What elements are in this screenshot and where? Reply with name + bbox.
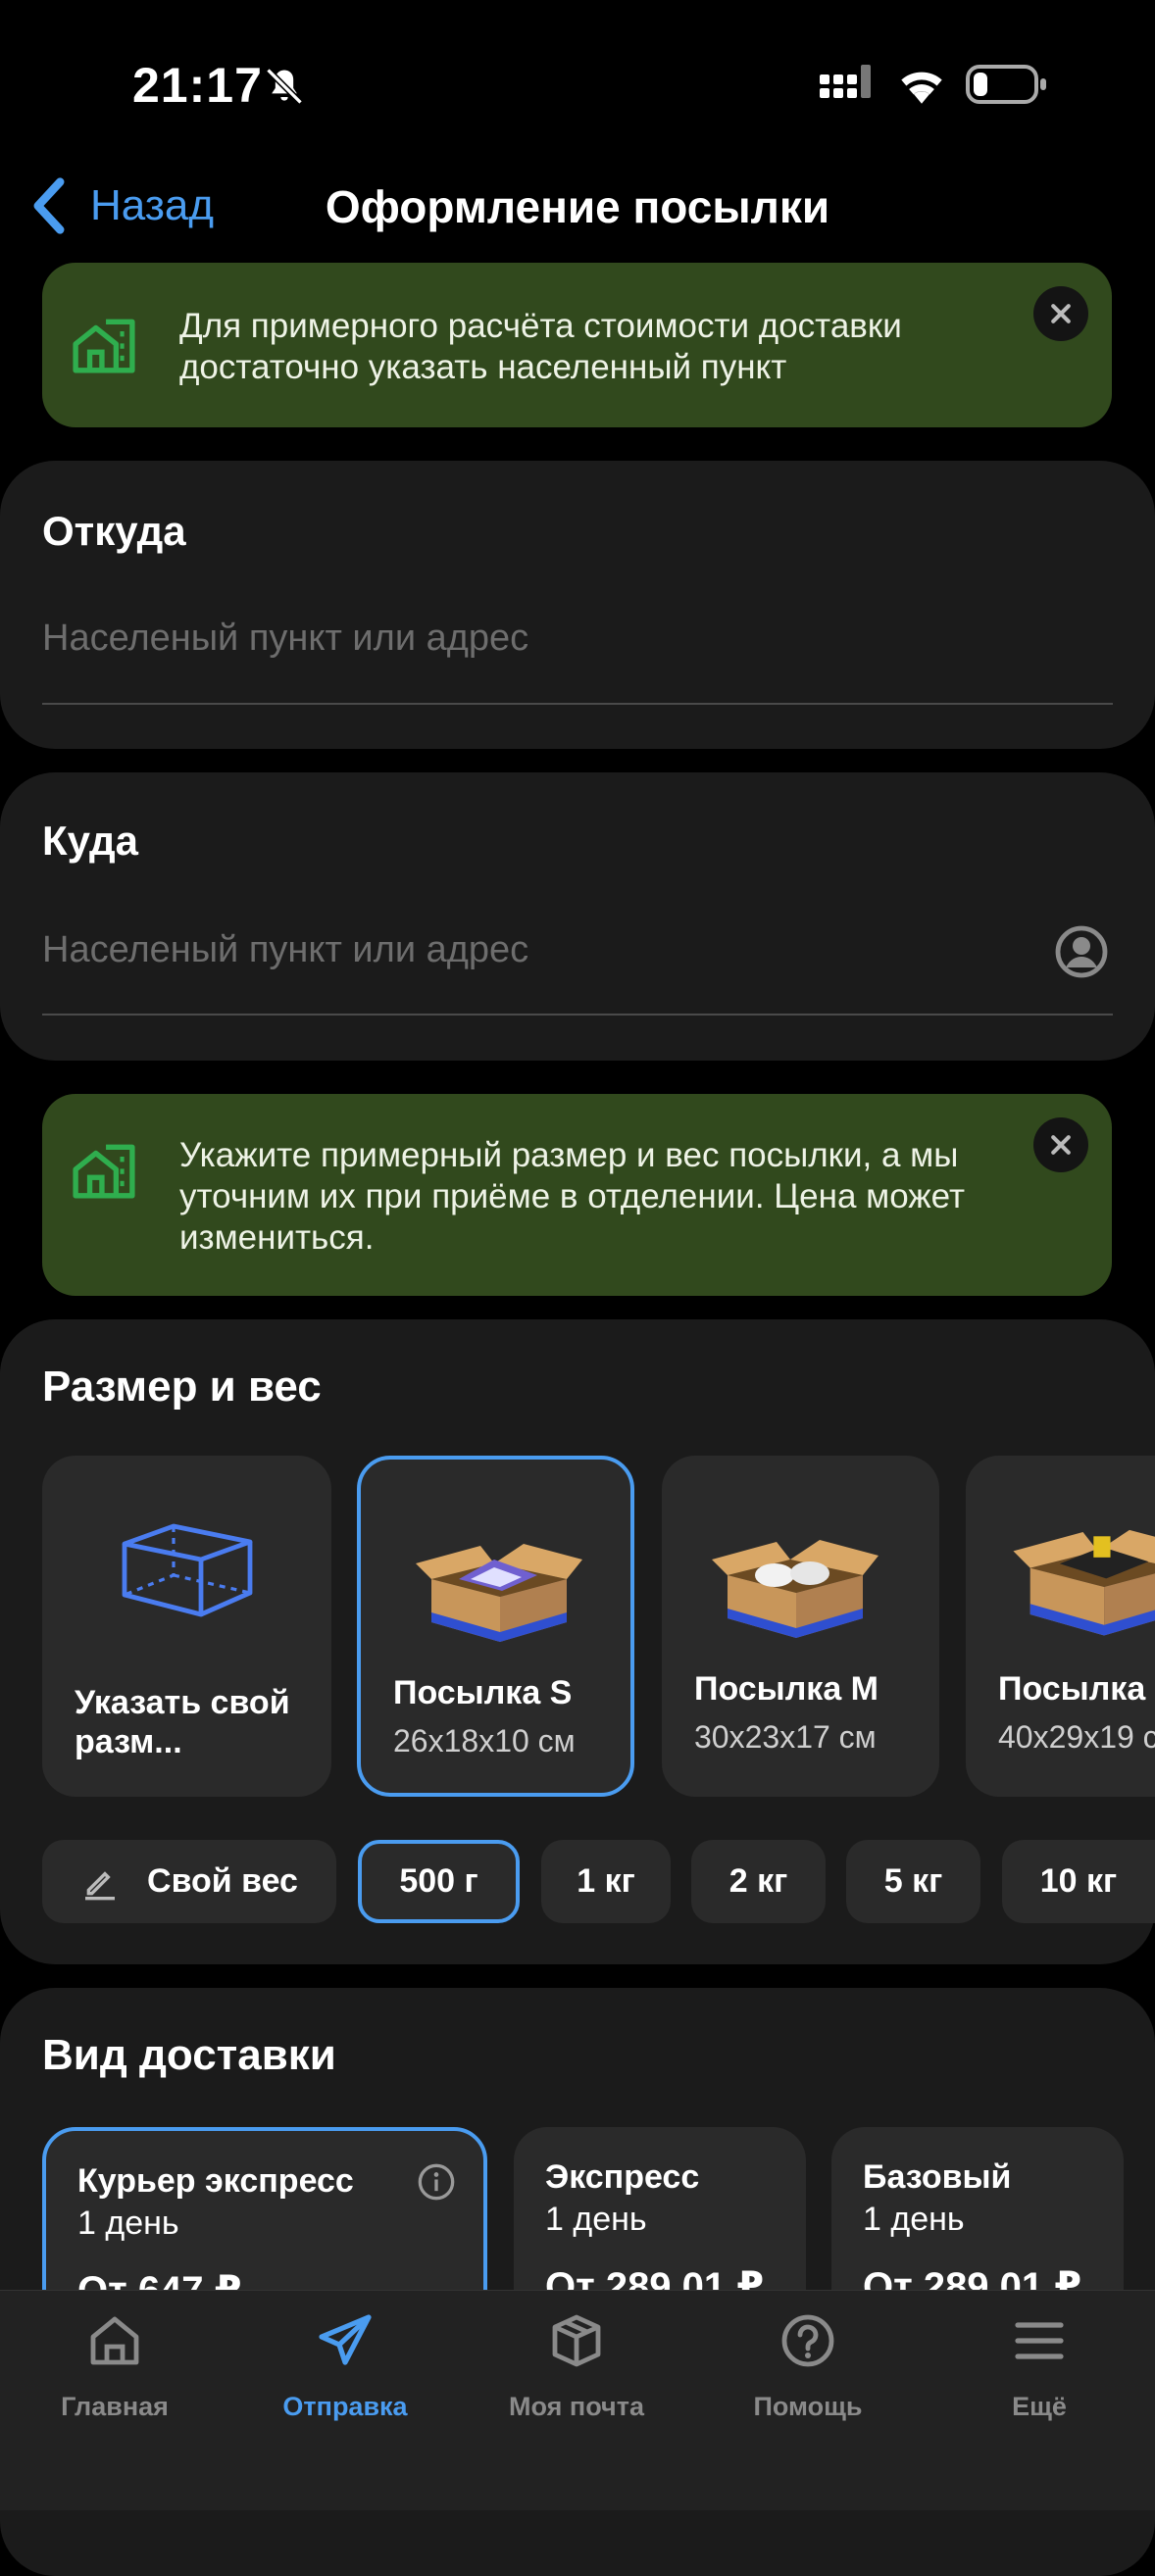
banner-text: Для примерного расчёта стоимости доставк… [179, 307, 902, 386]
size-tile-l[interactable]: Посылка L 40x29x19 см [966, 1456, 1155, 1797]
to-address-input[interactable]: Населеный пункт или адрес [42, 929, 528, 971]
info-icon[interactable] [417, 2162, 456, 2202]
to-title: Куда [42, 817, 138, 864]
size-title: Размер и вес [42, 1362, 322, 1411]
wifi-icon [901, 72, 942, 104]
size-tile-s[interactable]: Посылка S 26x18x10 см [357, 1456, 634, 1797]
from-card: Откуда Населеный пункт или адрес [0, 461, 1155, 749]
to-input-underline [42, 1014, 1113, 1016]
page-title: Оформление посылки [325, 181, 830, 232]
tile-dimensions: 30x23x17 см [694, 1719, 877, 1755]
tile-dimensions: 26x18x10 см [393, 1723, 576, 1759]
delivery-name: Курьер экспресс [77, 2162, 354, 2200]
custom-weight-chip[interactable]: Свой вес [42, 1840, 336, 1923]
weight-chip-5kg[interactable]: 5 кг [846, 1840, 980, 1923]
open-box-icon [416, 1544, 582, 1642]
tile-name: Посылка L [998, 1670, 1155, 1708]
delivery-days: 1 день [545, 2201, 647, 2238]
delivery-name: Экспресс [545, 2158, 700, 2196]
tile-name: Посылка S [393, 1674, 573, 1711]
close-banner-button[interactable] [1033, 1117, 1088, 1172]
tile-name: Указать свой разм... [75, 1684, 290, 1760]
open-box-icon [1013, 1529, 1155, 1636]
tab-my-post[interactable]: Моя почта [464, 2311, 689, 2422]
tab-label: Помощь [753, 2392, 863, 2421]
tab-home[interactable]: Главная [2, 2311, 227, 2422]
close-icon [1051, 304, 1071, 323]
banner-text: Укажите примерный размер и вес посылки, … [179, 1136, 966, 1257]
tab-label: Ещё [1012, 2392, 1067, 2421]
house-map-icon [73, 319, 135, 373]
close-banner-button[interactable] [1033, 286, 1088, 341]
cellular-signal-icon [820, 65, 871, 98]
from-title: Откуда [42, 508, 186, 554]
weight-chip-1kg[interactable]: 1 кг [541, 1840, 671, 1923]
home-icon [90, 2316, 139, 2365]
contact-icon[interactable] [1054, 924, 1109, 979]
tab-label: Главная [61, 2392, 169, 2421]
tile-name: Посылка M [694, 1670, 879, 1708]
size-tile-m[interactable]: Посылка M 30x23x17 см [662, 1456, 939, 1797]
delivery-days: 1 день [863, 2201, 965, 2238]
info-banner-location: Для примерного расчёта стоимости доставк… [42, 263, 1112, 427]
from-address-input[interactable]: Населеный пункт или адрес [42, 618, 528, 660]
menu-icon [1015, 2322, 1064, 2359]
tab-label: Отправка [282, 2392, 408, 2421]
box-outline-icon [122, 1523, 253, 1617]
weight-chip-2kg[interactable]: 2 кг [691, 1840, 826, 1923]
pencil-icon [85, 1870, 116, 1900]
house-map-icon [73, 1144, 135, 1199]
tab-send[interactable]: Отправка [232, 2311, 458, 2422]
tile-dimensions: 40x29x19 см [998, 1719, 1155, 1755]
tab-help[interactable]: Помощь [695, 2311, 921, 2422]
bell-off-icon [266, 68, 303, 105]
battery-icon [966, 65, 1046, 104]
chip-label: Свой вес [147, 1862, 298, 1900]
delivery-title: Вид доставки [42, 2031, 336, 2079]
help-icon [781, 2314, 834, 2367]
paper-plane-icon [319, 2314, 372, 2365]
weight-chip-10kg[interactable]: 10 кг [1002, 1840, 1155, 1923]
size-tile-custom[interactable]: Указать свой разм... [42, 1456, 331, 1797]
from-input-underline [42, 703, 1113, 705]
info-banner-size: Укажите примерный размер и вес посылки, … [42, 1094, 1112, 1296]
close-icon [1051, 1135, 1071, 1155]
weight-chip-500g[interactable]: 500 г [358, 1840, 520, 1923]
open-box-icon [712, 1540, 879, 1638]
package-icon [552, 2314, 601, 2367]
delivery-days: 1 день [77, 2204, 179, 2242]
to-card: Куда Населеный пункт или адрес [0, 772, 1155, 1061]
tab-more[interactable]: Ещё [927, 2311, 1152, 2422]
delivery-name: Базовый [863, 2158, 1012, 2196]
tab-label: Моя почта [509, 2392, 644, 2421]
status-time: 21:17 [132, 58, 263, 113]
